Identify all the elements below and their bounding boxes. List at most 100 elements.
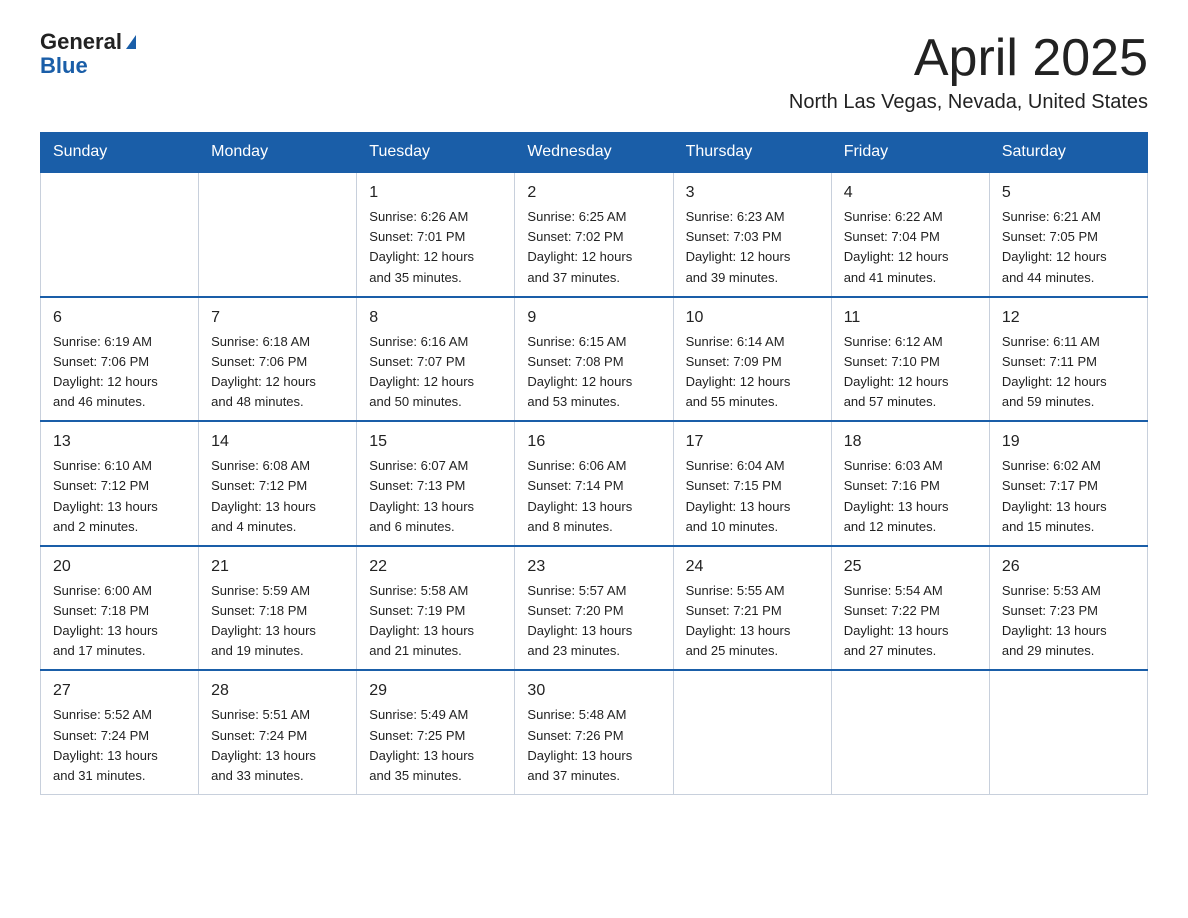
calendar-header-sunday: Sunday	[41, 133, 199, 173]
page-header: General Blue April 2025 North Las Vegas,…	[40, 30, 1148, 114]
day-number: 29	[369, 679, 502, 703]
calendar-cell	[831, 670, 989, 794]
calendar-week-row: 13Sunrise: 6:10 AM Sunset: 7:12 PM Dayli…	[41, 421, 1148, 546]
day-number: 17	[686, 430, 819, 454]
calendar-week-row: 1Sunrise: 6:26 AM Sunset: 7:01 PM Daylig…	[41, 172, 1148, 297]
day-info: Sunrise: 6:11 AM Sunset: 7:11 PM Dayligh…	[1002, 332, 1135, 413]
day-info: Sunrise: 6:06 AM Sunset: 7:14 PM Dayligh…	[527, 456, 660, 537]
day-number: 12	[1002, 306, 1135, 330]
day-info: Sunrise: 6:19 AM Sunset: 7:06 PM Dayligh…	[53, 332, 186, 413]
day-number: 16	[527, 430, 660, 454]
calendar-cell: 4Sunrise: 6:22 AM Sunset: 7:04 PM Daylig…	[831, 172, 989, 297]
logo-general-text: General	[40, 30, 122, 54]
day-info: Sunrise: 6:02 AM Sunset: 7:17 PM Dayligh…	[1002, 456, 1135, 537]
day-info: Sunrise: 6:10 AM Sunset: 7:12 PM Dayligh…	[53, 456, 186, 537]
title-section: April 2025 North Las Vegas, Nevada, Unit…	[789, 30, 1148, 114]
day-number: 3	[686, 181, 819, 205]
day-info: Sunrise: 5:54 AM Sunset: 7:22 PM Dayligh…	[844, 581, 977, 662]
day-info: Sunrise: 5:49 AM Sunset: 7:25 PM Dayligh…	[369, 705, 502, 786]
day-number: 24	[686, 555, 819, 579]
logo-blue-text: Blue	[40, 54, 136, 78]
day-number: 14	[211, 430, 344, 454]
calendar-cell: 11Sunrise: 6:12 AM Sunset: 7:10 PM Dayli…	[831, 297, 989, 422]
calendar-cell: 7Sunrise: 6:18 AM Sunset: 7:06 PM Daylig…	[199, 297, 357, 422]
calendar-cell: 2Sunrise: 6:25 AM Sunset: 7:02 PM Daylig…	[515, 172, 673, 297]
calendar-header-monday: Monday	[199, 133, 357, 173]
calendar-cell: 24Sunrise: 5:55 AM Sunset: 7:21 PM Dayli…	[673, 546, 831, 671]
calendar-cell: 12Sunrise: 6:11 AM Sunset: 7:11 PM Dayli…	[989, 297, 1147, 422]
calendar-cell: 14Sunrise: 6:08 AM Sunset: 7:12 PM Dayli…	[199, 421, 357, 546]
calendar-cell: 28Sunrise: 5:51 AM Sunset: 7:24 PM Dayli…	[199, 670, 357, 794]
day-number: 1	[369, 181, 502, 205]
calendar-cell	[41, 172, 199, 297]
day-number: 25	[844, 555, 977, 579]
calendar-cell: 16Sunrise: 6:06 AM Sunset: 7:14 PM Dayli…	[515, 421, 673, 546]
calendar-cell	[673, 670, 831, 794]
calendar-week-row: 6Sunrise: 6:19 AM Sunset: 7:06 PM Daylig…	[41, 297, 1148, 422]
day-info: Sunrise: 5:58 AM Sunset: 7:19 PM Dayligh…	[369, 581, 502, 662]
calendar-cell: 21Sunrise: 5:59 AM Sunset: 7:18 PM Dayli…	[199, 546, 357, 671]
calendar-header-tuesday: Tuesday	[357, 133, 515, 173]
calendar-cell: 1Sunrise: 6:26 AM Sunset: 7:01 PM Daylig…	[357, 172, 515, 297]
calendar-cell: 19Sunrise: 6:02 AM Sunset: 7:17 PM Dayli…	[989, 421, 1147, 546]
day-number: 6	[53, 306, 186, 330]
calendar-cell: 18Sunrise: 6:03 AM Sunset: 7:16 PM Dayli…	[831, 421, 989, 546]
day-number: 19	[1002, 430, 1135, 454]
day-info: Sunrise: 5:52 AM Sunset: 7:24 PM Dayligh…	[53, 705, 186, 786]
day-number: 8	[369, 306, 502, 330]
day-info: Sunrise: 6:04 AM Sunset: 7:15 PM Dayligh…	[686, 456, 819, 537]
calendar-title: April 2025	[789, 30, 1148, 87]
day-number: 21	[211, 555, 344, 579]
calendar-header-wednesday: Wednesday	[515, 133, 673, 173]
day-info: Sunrise: 5:57 AM Sunset: 7:20 PM Dayligh…	[527, 581, 660, 662]
day-number: 2	[527, 181, 660, 205]
calendar-cell	[199, 172, 357, 297]
calendar-cell: 23Sunrise: 5:57 AM Sunset: 7:20 PM Dayli…	[515, 546, 673, 671]
calendar-cell: 27Sunrise: 5:52 AM Sunset: 7:24 PM Dayli…	[41, 670, 199, 794]
day-info: Sunrise: 6:21 AM Sunset: 7:05 PM Dayligh…	[1002, 207, 1135, 288]
calendar-week-row: 27Sunrise: 5:52 AM Sunset: 7:24 PM Dayli…	[41, 670, 1148, 794]
day-info: Sunrise: 6:07 AM Sunset: 7:13 PM Dayligh…	[369, 456, 502, 537]
calendar-cell: 13Sunrise: 6:10 AM Sunset: 7:12 PM Dayli…	[41, 421, 199, 546]
day-info: Sunrise: 6:03 AM Sunset: 7:16 PM Dayligh…	[844, 456, 977, 537]
calendar-cell: 8Sunrise: 6:16 AM Sunset: 7:07 PM Daylig…	[357, 297, 515, 422]
day-number: 7	[211, 306, 344, 330]
day-info: Sunrise: 6:08 AM Sunset: 7:12 PM Dayligh…	[211, 456, 344, 537]
calendar-cell: 30Sunrise: 5:48 AM Sunset: 7:26 PM Dayli…	[515, 670, 673, 794]
calendar-week-row: 20Sunrise: 6:00 AM Sunset: 7:18 PM Dayli…	[41, 546, 1148, 671]
day-number: 9	[527, 306, 660, 330]
day-number: 30	[527, 679, 660, 703]
calendar-table: SundayMondayTuesdayWednesdayThursdayFrid…	[40, 132, 1148, 795]
calendar-cell: 9Sunrise: 6:15 AM Sunset: 7:08 PM Daylig…	[515, 297, 673, 422]
calendar-cell: 6Sunrise: 6:19 AM Sunset: 7:06 PM Daylig…	[41, 297, 199, 422]
calendar-cell: 20Sunrise: 6:00 AM Sunset: 7:18 PM Dayli…	[41, 546, 199, 671]
calendar-header-saturday: Saturday	[989, 133, 1147, 173]
calendar-cell: 5Sunrise: 6:21 AM Sunset: 7:05 PM Daylig…	[989, 172, 1147, 297]
day-number: 27	[53, 679, 186, 703]
calendar-cell: 25Sunrise: 5:54 AM Sunset: 7:22 PM Dayli…	[831, 546, 989, 671]
day-info: Sunrise: 5:55 AM Sunset: 7:21 PM Dayligh…	[686, 581, 819, 662]
day-info: Sunrise: 6:18 AM Sunset: 7:06 PM Dayligh…	[211, 332, 344, 413]
calendar-cell: 29Sunrise: 5:49 AM Sunset: 7:25 PM Dayli…	[357, 670, 515, 794]
day-info: Sunrise: 6:25 AM Sunset: 7:02 PM Dayligh…	[527, 207, 660, 288]
day-info: Sunrise: 5:59 AM Sunset: 7:18 PM Dayligh…	[211, 581, 344, 662]
day-number: 11	[844, 306, 977, 330]
day-number: 20	[53, 555, 186, 579]
day-info: Sunrise: 5:51 AM Sunset: 7:24 PM Dayligh…	[211, 705, 344, 786]
day-number: 5	[1002, 181, 1135, 205]
day-info: Sunrise: 6:00 AM Sunset: 7:18 PM Dayligh…	[53, 581, 186, 662]
day-number: 22	[369, 555, 502, 579]
day-number: 10	[686, 306, 819, 330]
day-number: 23	[527, 555, 660, 579]
calendar-header-row: SundayMondayTuesdayWednesdayThursdayFrid…	[41, 133, 1148, 173]
day-number: 26	[1002, 555, 1135, 579]
day-info: Sunrise: 6:22 AM Sunset: 7:04 PM Dayligh…	[844, 207, 977, 288]
calendar-header-friday: Friday	[831, 133, 989, 173]
logo: General Blue	[40, 30, 136, 78]
day-info: Sunrise: 6:26 AM Sunset: 7:01 PM Dayligh…	[369, 207, 502, 288]
day-number: 13	[53, 430, 186, 454]
logo-triangle-icon	[126, 35, 136, 49]
calendar-cell	[989, 670, 1147, 794]
calendar-cell: 22Sunrise: 5:58 AM Sunset: 7:19 PM Dayli…	[357, 546, 515, 671]
day-info: Sunrise: 5:48 AM Sunset: 7:26 PM Dayligh…	[527, 705, 660, 786]
